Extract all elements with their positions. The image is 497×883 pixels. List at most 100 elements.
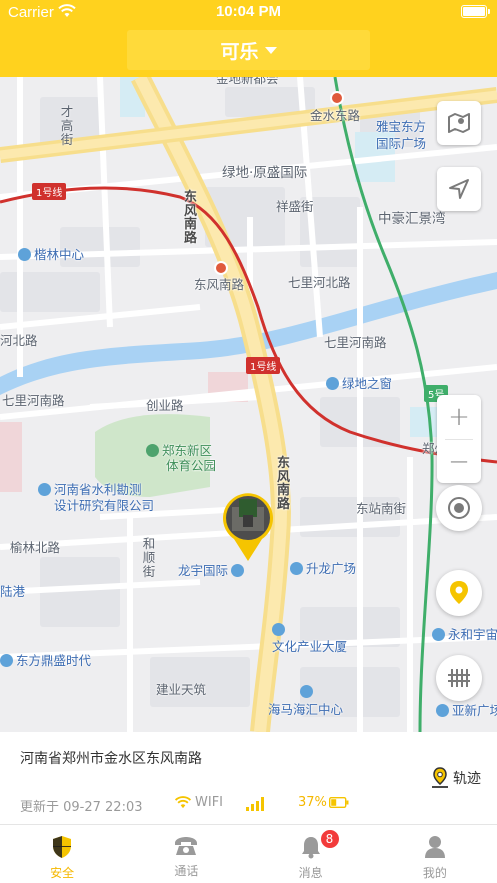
building-icon	[272, 623, 285, 636]
map-label: 绿地之窗	[326, 377, 392, 391]
device-name: 可乐	[220, 40, 259, 63]
building-icon	[231, 564, 245, 577]
location-track-icon	[432, 767, 448, 788]
map-label: 河北路	[0, 333, 38, 348]
map-label: 和顺街	[142, 536, 156, 579]
my-location-button[interactable]	[437, 167, 481, 211]
map-label: 创业路	[146, 398, 184, 413]
building-icon	[18, 248, 31, 261]
battery-label: 37%	[298, 795, 327, 810]
map-label: 东方鼎盛时代	[0, 654, 91, 668]
map-label: 东风南路	[194, 277, 245, 292]
location-pin-icon	[450, 581, 468, 604]
map-label: 文化产业大厦	[272, 639, 348, 654]
signal-strength-icon	[246, 797, 264, 811]
map-label: 海马海汇中心	[268, 702, 344, 717]
metro-station-icon	[330, 91, 344, 105]
battery-status: 37%	[298, 795, 349, 810]
building-icon	[326, 377, 339, 390]
fence-icon	[448, 669, 470, 687]
map-label: 金水东路	[310, 108, 361, 123]
navigation-arrow-icon	[449, 179, 469, 199]
tab-label: 消息	[298, 866, 323, 880]
update-time: 更新于 09-27 22:03	[20, 800, 143, 815]
map-label: 亚新广场	[436, 704, 497, 718]
track-button[interactable]: 轨迹	[431, 767, 481, 789]
map-label: 升龙广场	[290, 562, 356, 576]
map-label: 绿地·原盛国际	[222, 165, 308, 181]
map-label: 设计研究有限公司	[54, 498, 155, 513]
status-bar: Carrier 10:04 PM	[0, 0, 497, 26]
tab-call[interactable]: 通话	[124, 825, 248, 883]
building-icon	[0, 654, 13, 667]
metro-line-tag: 1号线	[32, 183, 67, 200]
network-status: WIFI	[174, 795, 223, 810]
map-label: 祥盛街	[276, 199, 314, 214]
map-label: 楷林中心	[18, 248, 84, 262]
map-label: 榆林北路	[10, 540, 61, 555]
battery-icon	[328, 797, 349, 808]
unread-badge: 8	[319, 829, 340, 849]
tab-profile[interactable]: 我的	[373, 825, 497, 883]
map-layers-button[interactable]	[437, 101, 481, 145]
map-label: 雅宝东方	[376, 119, 427, 134]
target-icon	[448, 497, 470, 519]
building-icon	[436, 704, 449, 717]
wifi-icon	[174, 796, 192, 809]
map-label: 永和宇宙	[432, 628, 497, 642]
battery-icon	[461, 5, 490, 18]
device-marker[interactable]	[222, 493, 274, 563]
building-icon	[300, 685, 313, 698]
device-avatar-pin-icon	[223, 493, 273, 561]
tab-label: 安全	[50, 866, 75, 880]
map-label: 中豪汇景湾	[378, 211, 446, 227]
road-label: 东风南路	[184, 190, 198, 246]
map-label: 郑东新区	[146, 444, 212, 458]
network-label: WIFI	[195, 795, 223, 810]
shield-icon	[53, 836, 72, 858]
map-label: 七里河北路	[288, 275, 351, 290]
zoom-out-button[interactable]: −	[437, 440, 481, 484]
map-label: 河南省水利勘测	[38, 483, 142, 497]
device-selector[interactable]: 可乐	[127, 30, 370, 70]
fence-button[interactable]	[436, 655, 482, 701]
map-label: 体育公园	[166, 458, 217, 473]
map-label: 国际广场	[376, 136, 427, 151]
map-label: 东站南街	[356, 501, 407, 516]
header: Carrier 10:04 PM 可乐	[0, 0, 497, 77]
park-icon	[146, 444, 159, 457]
map-label: 陆港	[0, 584, 26, 599]
map-label: 七里河南路	[2, 393, 65, 408]
bell-icon	[301, 837, 320, 859]
tab-label: 我的	[422, 866, 447, 880]
building-icon	[290, 562, 303, 575]
person-icon	[424, 836, 445, 858]
tab-safety[interactable]: 安全	[0, 825, 124, 883]
building-icon	[432, 628, 445, 641]
metro-line-tag: 1号线	[246, 357, 281, 374]
road-label: 东风南路	[277, 456, 291, 512]
device-address: 河南省郑州市金水区东风南路	[20, 751, 202, 767]
center-device-button[interactable]	[436, 485, 482, 531]
tab-label: 通话	[174, 864, 199, 878]
tab-messages[interactable]: 消息 8	[249, 825, 373, 883]
zoom-in-button[interactable]: +	[437, 395, 481, 439]
map-label	[300, 685, 316, 699]
map-label: 龙宇国际	[178, 564, 247, 578]
device-info-panel: 河南省郑州市金水区东风南路 轨迹 更新于 09-27 22:03 WIFI 37…	[0, 732, 497, 824]
caret-down-icon	[264, 46, 277, 54]
zoom-control: + −	[437, 395, 481, 483]
map-label: 金地新都会	[216, 77, 279, 86]
device-location-button[interactable]	[436, 570, 482, 616]
app-screen: Carrier 10:04 PM 可乐 1号线 1号线 5号 金地新都会 金水东…	[0, 0, 497, 883]
metro-station-icon	[214, 261, 228, 275]
map-label: 七里河南路	[324, 335, 387, 350]
map-label	[272, 623, 288, 637]
map-label: 才高街	[60, 104, 74, 147]
track-label: 轨迹	[453, 771, 481, 787]
map-layers-icon	[448, 113, 470, 133]
map-label: 建业天筑	[156, 682, 207, 697]
map-view[interactable]: 1号线 1号线 5号 金地新都会 金水东路 雅宝东方 国际广场 绿地·原盛国际 …	[0, 77, 497, 732]
building-icon	[38, 483, 51, 496]
tab-bar: 安全 通话 消息 8 我的	[0, 824, 497, 883]
